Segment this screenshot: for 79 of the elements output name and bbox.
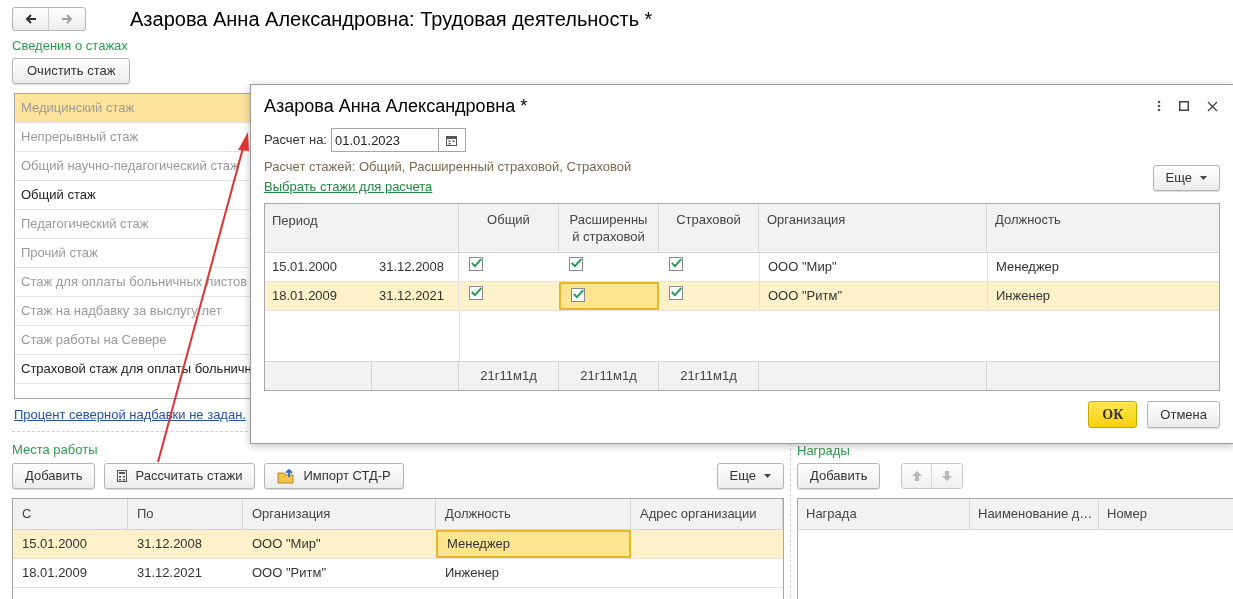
table-cell-text: ООО "Мир" <box>251 535 322 554</box>
ok-button[interactable]: ОК <box>1088 401 1138 428</box>
table-cell-text: 18.01.2009 <box>271 287 339 306</box>
checkbox-cell[interactable] <box>559 282 659 310</box>
column-header[interactable]: Страховой <box>659 204 759 252</box>
table-cell: ООО "Мир" <box>759 253 987 281</box>
calendar-icon <box>446 134 458 146</box>
down-arrow-icon <box>941 470 954 482</box>
page-title: Азарова Анна Александровна: Трудовая деятельность * <box>130 8 653 29</box>
date-field[interactable]: 01.01.2023 <box>331 128 439 152</box>
total-cell: 21г11м1д <box>559 362 659 390</box>
table-cell-text: 31.12.2021 <box>136 564 204 583</box>
table-row[interactable]: 15.01.2000 31.12.2008 ООО "Мир" Менеджер <box>13 530 783 559</box>
calculator-icon <box>117 470 128 482</box>
checkbox[interactable] <box>571 288 585 302</box>
table-cell-text: 31.12.2008 <box>136 535 204 554</box>
table-cell: ООО "Ритм" <box>759 282 987 310</box>
checkbox[interactable] <box>569 257 583 271</box>
maximize-icon[interactable] <box>1179 101 1189 111</box>
table-cell-text: ООО "Ритм" <box>251 564 327 583</box>
folder-arrow-icon <box>277 468 296 484</box>
add-button[interactable]: Добавить <box>797 463 881 489</box>
table-cell-text: Инженер <box>444 564 501 583</box>
check-icon <box>671 285 682 298</box>
column-header[interactable]: Организация <box>759 204 987 252</box>
section-heading: Сведения о стажах <box>12 38 129 54</box>
column-header[interactable]: Награда <box>798 499 970 529</box>
date-label: Расчет на: <box>264 131 327 150</box>
select-seniority-link[interactable]: Выбрать стажи для расчета <box>264 177 632 197</box>
total-cell: 21г11м1д <box>459 362 559 390</box>
column-header[interactable]: По <box>128 499 243 529</box>
table-cell: 31.12.2021 <box>372 282 459 310</box>
caret-icon <box>764 474 771 478</box>
more-button[interactable]: Еще <box>1152 165 1220 191</box>
column-header[interactable]: Номер <box>1099 499 1233 529</box>
up-arrow-icon <box>910 470 923 482</box>
check-icon <box>573 287 584 300</box>
checkbox[interactable] <box>669 257 683 271</box>
column-header[interactable]: Организация <box>243 499 436 529</box>
more-options-icon[interactable] <box>1157 100 1161 112</box>
column-header[interactable]: С <box>13 499 128 529</box>
cancel-button[interactable]: Отмена <box>1147 401 1220 428</box>
section-heading: Места работы <box>12 441 99 459</box>
calendar-button[interactable] <box>439 128 466 152</box>
column-header[interactable]: Должность <box>436 499 631 529</box>
add-button[interactable]: Добавить <box>12 463 96 489</box>
column-header[interactable]: Расширенный страховой <box>559 204 659 252</box>
calculate-button[interactable]: Рассчитать стажи <box>104 463 256 489</box>
column-header[interactable]: Адрес организации <box>631 499 783 529</box>
check-icon <box>471 256 482 269</box>
total-cell: 21г11м1д <box>659 362 759 390</box>
back-arrow-icon <box>23 11 38 26</box>
check-icon <box>471 285 482 298</box>
forward-arrow-icon <box>60 11 74 26</box>
checkbox[interactable] <box>469 286 483 300</box>
close-icon[interactable] <box>1207 100 1218 112</box>
column-header[interactable]: Наименование д… <box>970 499 1099 529</box>
table-cell: Инженер <box>987 282 1219 310</box>
column-header[interactable]: Должность <box>987 204 1219 252</box>
checkbox[interactable] <box>469 257 483 271</box>
more-button[interactable]: Еще <box>716 463 784 489</box>
calculation-summary: Расчет стажей: Общий, Расширенный страховой, Страховой <box>264 158 632 176</box>
table-cell: 31.12.2008 <box>372 253 459 281</box>
table-cell: Менеджер <box>987 253 1219 281</box>
check-icon <box>571 256 582 269</box>
column-header[interactable]: Общий <box>459 204 559 252</box>
check-icon <box>671 256 682 269</box>
clear-button[interactable]: Очистить стаж <box>12 58 131 84</box>
checkbox[interactable] <box>669 286 683 300</box>
table-cell-text: 15.01.2000 <box>271 258 339 277</box>
import-button[interactable]: Импорт СТД-Р <box>264 463 404 489</box>
table-cell-text: 15.01.2000 <box>21 535 89 554</box>
dialog-title: Азарова Анна Александровна * <box>264 94 528 118</box>
table-row[interactable]: 18.01.2009 31.12.2021 ООО "Ритм" Инженер <box>265 282 1219 311</box>
table-row[interactable]: 15.01.2000 31.12.2008 ООО "Мир" Менеджер <box>265 253 1219 282</box>
column-header[interactable]: Период <box>265 204 459 252</box>
table-cell: Менеджер <box>436 530 631 558</box>
table-cell-text: 18.01.2009 <box>21 564 89 583</box>
section-heading: Награды <box>797 443 851 459</box>
